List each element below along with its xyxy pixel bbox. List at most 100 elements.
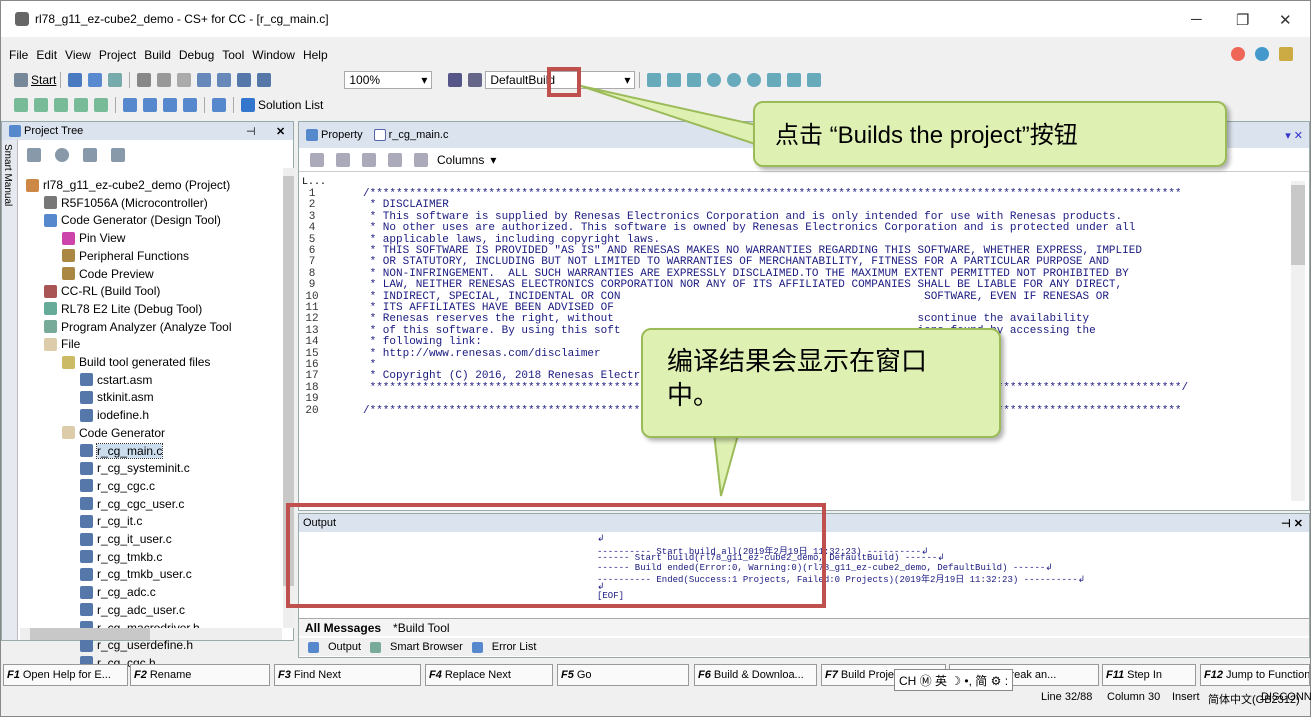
- tree-item[interactable]: Code Generator: [62, 426, 165, 440]
- open-icon[interactable]: [88, 73, 103, 87]
- tree-item[interactable]: r_cg_main.c: [80, 442, 164, 459]
- tree-item[interactable]: Code Preview: [62, 267, 154, 281]
- window-icon[interactable]: [123, 98, 137, 112]
- tree-hscrollbar[interactable]: [20, 628, 282, 640]
- tree-item[interactable]: r_cg_adc.c: [80, 585, 156, 599]
- panel-icon[interactable]: [34, 98, 48, 112]
- window-icon[interactable]: [163, 98, 177, 112]
- tree-item[interactable]: r_cg_cgc_user.c: [80, 497, 184, 511]
- new-icon[interactable]: [68, 73, 83, 87]
- start-button[interactable]: Start: [31, 73, 56, 87]
- undo-icon[interactable]: [197, 73, 212, 87]
- menu-item-tool[interactable]: Tool: [222, 48, 244, 62]
- fkey-f11[interactable]: F11 Step In: [1102, 664, 1196, 686]
- tree-item[interactable]: cstart.asm: [80, 373, 152, 387]
- ime-bar[interactable]: CH Ⓜ 英 ☽ •, 简 ⚙ :: [894, 669, 1014, 691]
- panel-icon[interactable]: [54, 98, 68, 112]
- copy-icon[interactable]: [157, 73, 172, 87]
- menu-item-edit[interactable]: Edit: [36, 48, 57, 62]
- tree-item[interactable]: CC-RL (Build Tool): [44, 284, 160, 298]
- window-icon[interactable]: [183, 98, 197, 112]
- forward-icon[interactable]: [414, 152, 428, 167]
- tree-item[interactable]: r_cg_tmkb_user.c: [80, 567, 192, 581]
- tab-error-list[interactable]: Error List: [492, 641, 537, 653]
- fkey-f5[interactable]: F5 Go: [557, 664, 689, 686]
- close-icon[interactable]: ✕: [276, 125, 285, 138]
- home-icon[interactable]: [1279, 47, 1293, 61]
- columns-menu[interactable]: Columns: [437, 153, 484, 167]
- bookmark-next-icon[interactable]: [336, 152, 350, 167]
- panel-icon[interactable]: [74, 98, 88, 112]
- menu-item-project[interactable]: Project: [99, 48, 136, 62]
- tree-item[interactable]: r_cg_cgc.c: [80, 479, 155, 493]
- tree-item[interactable]: r_cg_adc_user.c: [80, 603, 185, 617]
- filter-icon[interactable]: [83, 148, 97, 162]
- tree-item[interactable]: rl78_g11_ez-cube2_demo (Project): [26, 178, 230, 192]
- tab-smart-browser[interactable]: Smart Browser: [390, 641, 463, 653]
- tree-item[interactable]: r_cg_userdefine.h: [80, 638, 193, 652]
- tree-item[interactable]: File: [44, 337, 80, 351]
- tree-item[interactable]: R5F1056A (Microcontroller): [44, 196, 208, 210]
- tree-item[interactable]: stkinit.asm: [80, 390, 154, 404]
- redo-icon[interactable]: [217, 73, 232, 87]
- tree-item[interactable]: Build tool generated files: [62, 355, 210, 369]
- fkey-f12[interactable]: F12 Jump to Function: [1200, 664, 1310, 686]
- sort-icon[interactable]: [27, 148, 41, 162]
- output-close-icon[interactable]: ⊣ ✕: [1281, 517, 1303, 530]
- panel-icon[interactable]: [94, 98, 108, 112]
- fkey-f2[interactable]: F2 Rename: [130, 664, 270, 686]
- tree-item[interactable]: r_cg_it_user.c: [80, 532, 172, 546]
- tab-property[interactable]: Property: [321, 129, 363, 141]
- tree-item[interactable]: Pin View: [62, 231, 125, 245]
- solution-list-button[interactable]: Solution List: [258, 98, 323, 112]
- bookmark-icon[interactable]: [310, 152, 324, 167]
- paste-icon[interactable]: [177, 73, 192, 87]
- jump-icon[interactable]: [362, 152, 376, 167]
- fkey-f3[interactable]: F3 Find Next: [274, 664, 421, 686]
- tree-item[interactable]: Code Generator (Design Tool): [44, 213, 221, 227]
- cut-icon[interactable]: [137, 73, 152, 87]
- tab-menu-icon[interactable]: ▾ ✕: [1285, 129, 1303, 142]
- menu-item-view[interactable]: View: [65, 48, 91, 62]
- menu-item-build[interactable]: Build: [144, 48, 171, 62]
- maximize-button[interactable]: ❐: [1236, 11, 1249, 29]
- fkey-f6[interactable]: F6 Build & Downloa...: [694, 664, 817, 686]
- tree-item[interactable]: r_cg_systeminit.c: [80, 461, 190, 475]
- tab-output[interactable]: Output: [328, 641, 361, 653]
- editor-scroll-thumb[interactable]: [1291, 185, 1305, 265]
- close-button[interactable]: ✕: [1279, 11, 1292, 29]
- tab-r-cg-main[interactable]: r_cg_main.c: [389, 129, 449, 141]
- menu-item-debug[interactable]: Debug: [179, 48, 214, 62]
- smiley-icon[interactable]: [1231, 47, 1245, 61]
- menu-item-window[interactable]: Window: [252, 48, 295, 62]
- zoom-select[interactable]: 100% ▾: [344, 71, 433, 89]
- fkey-f1[interactable]: F1 Open Help for E...: [3, 664, 128, 686]
- build-project-icon[interactable]: [448, 73, 463, 87]
- tree-item[interactable]: Peripheral Functions: [62, 249, 189, 263]
- window-icon[interactable]: [143, 98, 157, 112]
- save-icon[interactable]: [108, 73, 123, 87]
- panel-icon[interactable]: [14, 98, 28, 112]
- find-icon[interactable]: [237, 73, 252, 87]
- tree-item[interactable]: r_cg_it.c: [80, 514, 142, 528]
- status-connection[interactable]: DISCONNECT: [1261, 691, 1311, 703]
- replace-icon[interactable]: [257, 73, 272, 87]
- fkey-f4[interactable]: F4 Replace Next: [425, 664, 553, 686]
- window-icon[interactable]: [212, 98, 226, 112]
- tab-build-tool[interactable]: *Build Tool: [393, 621, 449, 635]
- minimize-button[interactable]: ─: [1191, 11, 1202, 28]
- back-icon[interactable]: [388, 152, 402, 167]
- tree-item[interactable]: iodefine.h: [80, 408, 149, 422]
- tab-all-messages[interactable]: All Messages: [305, 621, 381, 635]
- collapse-icon[interactable]: [111, 148, 125, 162]
- tree-item[interactable]: Program Analyzer (Analyze Tool: [44, 320, 232, 334]
- menu-item-file[interactable]: File: [9, 48, 28, 62]
- tree-item[interactable]: r_cg_tmkb.c: [80, 550, 162, 564]
- help-icon[interactable]: [1255, 47, 1269, 61]
- menu-item-help[interactable]: Help: [303, 48, 328, 62]
- smart-manual-tab[interactable]: Smart Manual: [2, 140, 18, 640]
- pin-icon[interactable]: ⊣: [246, 125, 256, 138]
- refresh-icon[interactable]: [55, 148, 69, 162]
- tree-hscroll-thumb[interactable]: [30, 628, 150, 640]
- editor-scrollbar[interactable]: [1291, 181, 1305, 501]
